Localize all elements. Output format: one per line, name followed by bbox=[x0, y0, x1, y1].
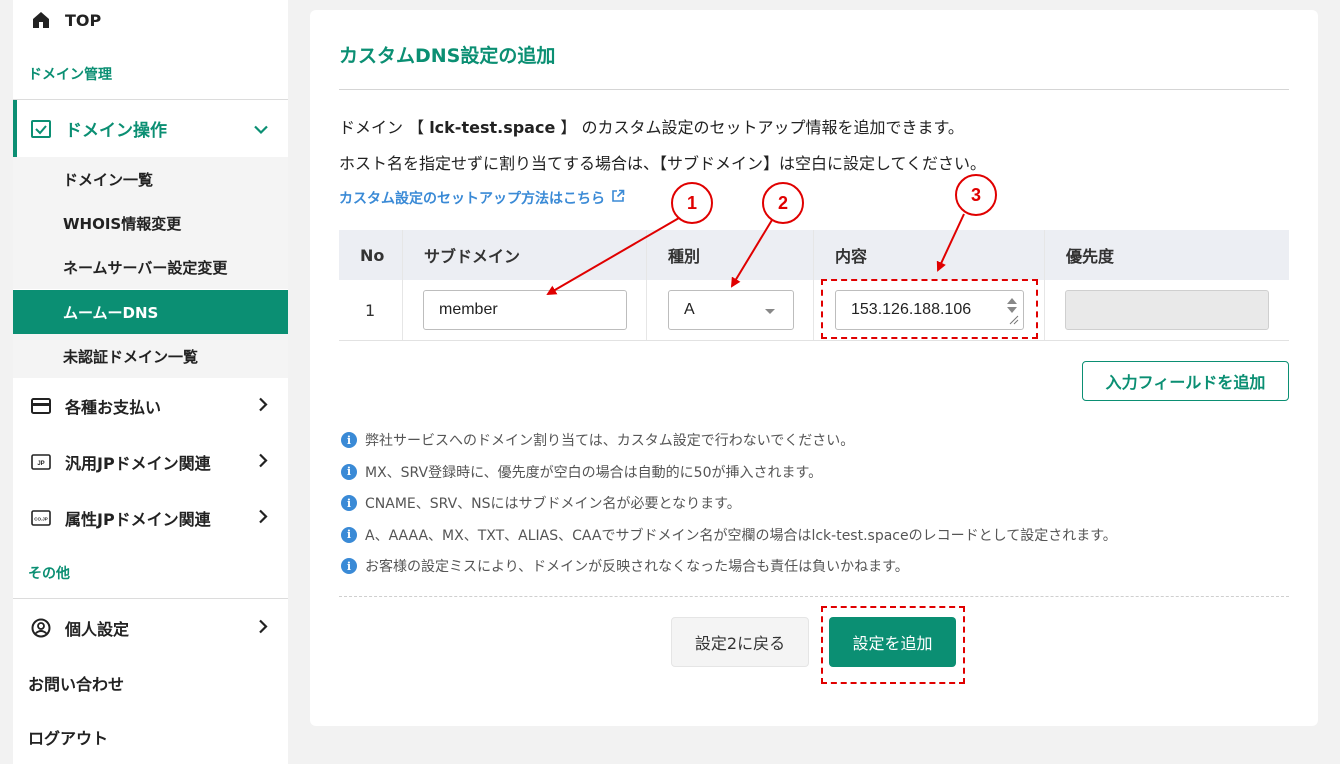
title-divider bbox=[339, 89, 1289, 90]
sidebar-section-other: その他 bbox=[28, 566, 70, 582]
subdomain-value: member bbox=[439, 301, 498, 318]
sidebar-item-label: ドメイン操作 bbox=[65, 121, 167, 141]
jp-badge-icon: JP bbox=[30, 451, 52, 473]
sidebar-divider bbox=[13, 598, 288, 599]
chevron-right-icon bbox=[258, 453, 268, 472]
column-header-type: 種別 bbox=[668, 247, 701, 266]
sidebar-item-whois[interactable]: WHOIS情報変更 bbox=[13, 201, 288, 245]
sidebar-item-label: 個人設定 bbox=[65, 620, 130, 639]
annotation-marker-3: 3 bbox=[955, 174, 997, 216]
column-header-no: No bbox=[360, 245, 385, 265]
record-type-select[interactable]: A bbox=[668, 290, 794, 330]
sidebar-item-label: お問い合わせ bbox=[28, 675, 125, 694]
sidebar: TOP ドメイン管理 ドメイン操作 各種お支払い JP 汎用JPドメイン関連 C… bbox=[0, 0, 288, 764]
info-icon: i bbox=[341, 432, 357, 448]
info-icon: i bbox=[341, 526, 357, 543]
info-icon: i bbox=[341, 463, 357, 480]
sidebar-item-payments[interactable]: 各種お支払い bbox=[13, 380, 288, 432]
table-header: No サブドメイン 種別 内容 優先度 bbox=[339, 230, 1289, 280]
sidebar-item-nameserver[interactable]: ネームサーバー設定変更 bbox=[13, 245, 288, 289]
column-header-priority: 優先度 bbox=[1066, 247, 1115, 266]
sidebar-gutter bbox=[0, 0, 13, 764]
setup-help-link[interactable]: カスタム設定のセットアップ方法はこちら bbox=[339, 188, 625, 208]
sidebar-item-muumuu-dns[interactable]: ムームーDNS bbox=[13, 290, 288, 334]
note-text: A、AAAA、MX、TXT、ALIAS、CAAでサブドメイン名が空欄の場合はlc… bbox=[365, 527, 1117, 544]
chevron-right-icon bbox=[258, 397, 268, 416]
chevron-right-icon bbox=[258, 619, 268, 638]
sidebar-item-label: TOP bbox=[65, 10, 102, 30]
page-title: カスタムDNS設定の追加 bbox=[339, 45, 556, 67]
sidebar-item-logout[interactable]: ログアウト bbox=[13, 714, 288, 760]
subdomain-input[interactable]: member bbox=[423, 290, 627, 330]
sidebar-item-label: 属性JPドメイン関連 bbox=[65, 510, 211, 529]
note-item: i A、AAAA、MX、TXT、ALIAS、CAAでサブドメイン名が空欄の場合はl… bbox=[341, 525, 1117, 545]
dashed-divider bbox=[339, 596, 1289, 597]
annotation-marker-2: 2 bbox=[762, 182, 804, 224]
note-item: i MX、SRV登録時に、優先度が空白の場合は自動的に50が挿入されます。 bbox=[341, 462, 822, 482]
annotation-highlight-content bbox=[821, 279, 1038, 339]
domain-name: lck-test.space bbox=[429, 118, 556, 137]
record-type-value: A bbox=[684, 301, 695, 318]
sidebar-item-label: 汎用JPドメイン関連 bbox=[65, 454, 211, 473]
dropdown-caret-icon bbox=[765, 309, 775, 314]
add-input-field-button[interactable]: 入力フィールドを追加 bbox=[1082, 361, 1289, 401]
note-text: CNAME、SRV、NSにはサブドメイン名が必要となります。 bbox=[365, 496, 741, 512]
chevron-down-icon bbox=[254, 119, 268, 138]
priority-input bbox=[1065, 290, 1269, 330]
desc-prefix: ドメイン 【 bbox=[339, 118, 430, 137]
annotation-highlight-submit bbox=[821, 606, 965, 684]
sidebar-item-unverified[interactable]: 未認証ドメイン一覧 bbox=[13, 334, 288, 378]
back-to-step2-button[interactable]: 設定2に戻る bbox=[671, 617, 809, 667]
note-item: i お客様の設定ミスにより、ドメインが反映されなくなった場合も責任は負いかねます。 bbox=[341, 556, 909, 576]
note-item: i 弊社サービスへのドメイン割り当ては、カスタム設定で行わないでください。 bbox=[341, 430, 854, 450]
description-line-2: ホスト名を指定せずに割り当てする場合は、【サブドメイン】は空白に設定してください… bbox=[339, 154, 987, 173]
table-row: 1 member A 153.126.188.106 bbox=[339, 280, 1289, 341]
svg-text:JP: JP bbox=[37, 461, 44, 467]
external-link-icon bbox=[611, 189, 625, 207]
sidebar-item-top[interactable]: TOP bbox=[13, 0, 288, 40]
description-line-1: ドメイン 【 lck-test.space 】 のカスタム設定のセットアップ情報… bbox=[339, 114, 964, 138]
checkbox-icon bbox=[30, 118, 52, 140]
sidebar-item-domain-ops[interactable]: ドメイン操作 bbox=[13, 100, 288, 157]
chevron-right-icon bbox=[258, 509, 268, 528]
svg-text:CO.JP: CO.JP bbox=[34, 517, 48, 522]
sidebar-item-label: 各種お支払い bbox=[65, 398, 162, 417]
note-text: お客様の設定ミスにより、ドメインが反映されなくなった場合も責任は負いかねます。 bbox=[365, 559, 909, 575]
desc-suffix: 】 のカスタム設定のセットアップ情報を追加できます。 bbox=[555, 118, 964, 137]
help-link-text: カスタム設定のセットアップ方法はこちら bbox=[339, 191, 605, 207]
sidebar-item-contact[interactable]: お問い合わせ bbox=[13, 660, 288, 706]
note-text: 弊社サービスへのドメイン割り当ては、カスタム設定で行わないでください。 bbox=[365, 433, 855, 449]
sidebar-item-domain-list[interactable]: ドメイン一覧 bbox=[13, 157, 288, 201]
home-icon bbox=[30, 9, 52, 31]
credit-card-icon bbox=[30, 395, 52, 417]
sidebar-item-label: ログアウト bbox=[28, 729, 109, 748]
active-indicator bbox=[13, 100, 17, 157]
annotation-marker-1: 1 bbox=[671, 182, 713, 224]
cojp-badge-icon: CO.JP bbox=[30, 507, 52, 529]
sidebar-item-attr-jp[interactable]: CO.JP 属性JPドメイン関連 bbox=[13, 492, 288, 544]
sidebar-item-generic-jp[interactable]: JP 汎用JPドメイン関連 bbox=[13, 436, 288, 488]
sidebar-section-domain: ドメイン管理 bbox=[28, 67, 112, 83]
column-header-subdomain: サブドメイン bbox=[424, 247, 521, 266]
user-circle-icon bbox=[30, 617, 52, 639]
info-icon: i bbox=[341, 495, 357, 511]
sidebar-item-personal[interactable]: 個人設定 bbox=[13, 602, 288, 654]
note-text: MX、SRV登録時に、優先度が空白の場合は自動的に50が挿入されます。 bbox=[365, 464, 823, 481]
note-item: i CNAME、SRV、NSにはサブドメイン名が必要となります。 bbox=[341, 493, 741, 513]
main-card: カスタムDNS設定の追加 ドメイン 【 lck-test.space 】 のカス… bbox=[310, 10, 1318, 726]
info-icon: i bbox=[341, 558, 357, 574]
column-header-content: 内容 bbox=[835, 247, 868, 266]
row-number: 1 bbox=[365, 301, 376, 320]
